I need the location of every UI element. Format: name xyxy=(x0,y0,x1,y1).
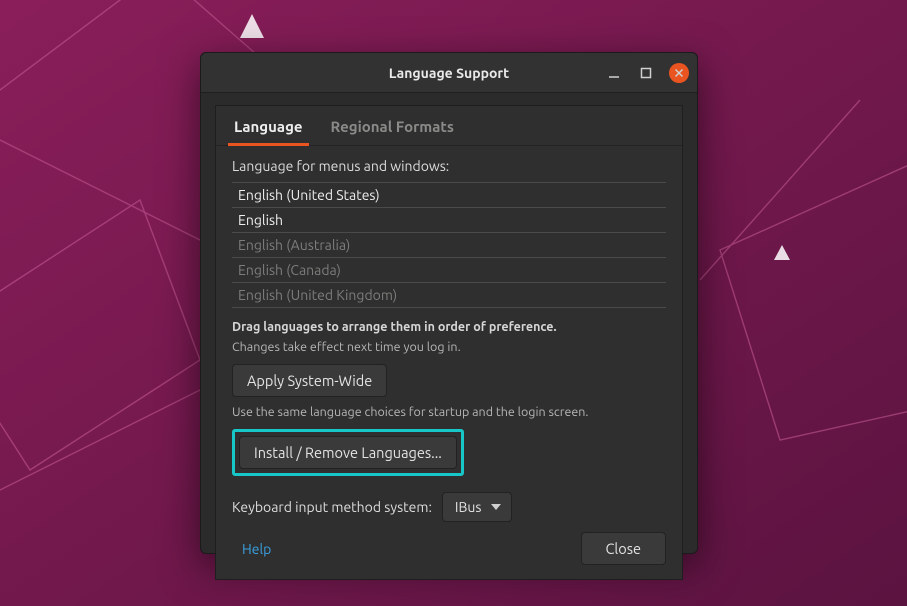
help-link[interactable]: Help xyxy=(232,535,281,563)
tab-regional-formats[interactable]: Regional Formats xyxy=(331,114,454,145)
keyboard-input-value: IBus xyxy=(455,499,482,515)
chevron-down-icon xyxy=(491,504,501,510)
tab-bar: Language Regional Formats xyxy=(216,106,682,146)
install-remove-highlight: Install / Remove Languages... xyxy=(232,429,464,476)
keyboard-input-label: Keyboard input method system: xyxy=(232,499,432,515)
close-window-button[interactable] xyxy=(669,63,689,83)
apply-system-wide-button[interactable]: Apply System-Wide xyxy=(232,364,387,397)
window-title: Language Support xyxy=(389,65,509,81)
tab-language[interactable]: Language xyxy=(234,114,303,145)
language-list-label: Language for menus and windows: xyxy=(232,158,666,174)
install-remove-languages-button[interactable]: Install / Remove Languages... xyxy=(239,436,457,469)
drag-hint: Changes take effect next time you log in… xyxy=(232,340,666,354)
keyboard-input-select[interactable]: IBus xyxy=(442,492,513,522)
dialog-footer: Help Close xyxy=(216,526,682,571)
titlebar[interactable]: Language Support xyxy=(201,53,697,93)
close-button[interactable]: Close xyxy=(581,532,666,565)
language-row[interactable]: English xyxy=(232,208,666,233)
language-row[interactable]: English (United States) xyxy=(232,182,666,208)
language-list[interactable]: English (United States) English English … xyxy=(232,182,666,308)
window-controls xyxy=(605,53,689,93)
keyboard-input-row: Keyboard input method system: IBus xyxy=(232,492,666,522)
maximize-button[interactable] xyxy=(637,64,655,82)
dialog-content: Language Regional Formats Language for m… xyxy=(215,105,683,580)
minimize-button[interactable] xyxy=(605,64,623,82)
language-row[interactable]: English (United Kingdom) xyxy=(232,283,666,308)
language-row[interactable]: English (Canada) xyxy=(232,258,666,283)
language-support-window: Language Support Language Regional Forma… xyxy=(200,52,698,554)
language-row[interactable]: English (Australia) xyxy=(232,233,666,258)
tab-language-body: Language for menus and windows: English … xyxy=(216,146,682,526)
drag-hint-bold: Drag languages to arrange them in order … xyxy=(232,320,666,334)
apply-hint: Use the same language choices for startu… xyxy=(232,405,666,419)
